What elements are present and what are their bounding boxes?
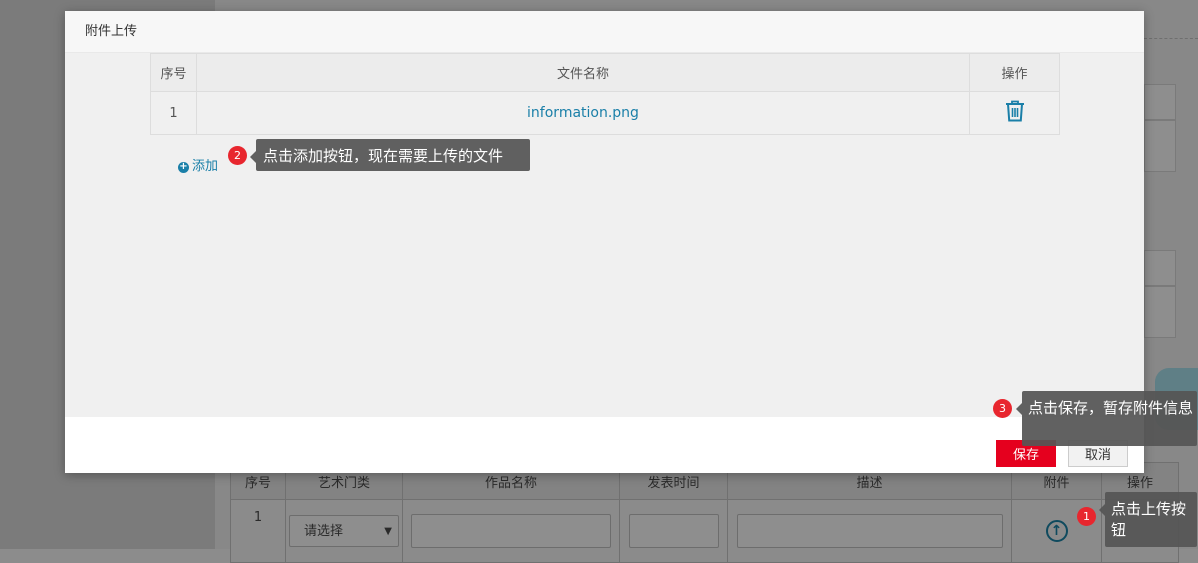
attachment-upload-dialog: 附件上传 序号 文件名称 操作 1 information.png + 添加 保… xyxy=(65,11,1144,473)
column-header: 序号 xyxy=(150,53,197,92)
background-divider xyxy=(1144,38,1198,39)
category-select-value: 请选择 xyxy=(304,524,344,539)
file-name-cell: information.png xyxy=(196,91,970,135)
background-panel xyxy=(1144,84,1176,120)
category-select[interactable]: 请选择 ▼ xyxy=(289,515,399,547)
description-input[interactable] xyxy=(736,514,1003,548)
add-file-label: 添加 xyxy=(192,159,219,174)
table-row: 1 请选择 ▼ ↑ xyxy=(230,499,1179,563)
dialog-body: 序号 文件名称 操作 1 information.png + 添加 xyxy=(65,53,1144,417)
background-panel xyxy=(1144,120,1176,172)
background-panel xyxy=(1144,286,1176,338)
trash-icon[interactable] xyxy=(1005,100,1025,126)
table-row: 1 information.png xyxy=(150,91,1060,135)
dialog-title: 附件上传 xyxy=(65,11,1144,53)
column-header: 操作 xyxy=(969,53,1060,92)
work-name-input[interactable] xyxy=(411,514,611,548)
file-table: 序号 文件名称 操作 1 information.png xyxy=(150,53,1060,135)
upload-icon[interactable]: ↑ xyxy=(1045,520,1068,542)
tip-upload: 点击上传按钮 xyxy=(1099,492,1197,547)
chevron-down-icon: ▼ xyxy=(384,526,392,537)
add-file-button[interactable]: + 添加 xyxy=(178,155,218,174)
publish-date-input[interactable] xyxy=(628,514,719,548)
file-action-cell xyxy=(969,91,1060,135)
step-badge-3: 3 xyxy=(993,399,1012,418)
step-badge-1: 1 xyxy=(1077,507,1096,526)
tip-save: 点击保存，暂存附件信息 xyxy=(1016,391,1197,446)
tip-add-file: 点击添加按钮，现在需要上传的文件 xyxy=(250,139,530,171)
dialog-footer: 保存 取消 xyxy=(65,417,1144,473)
file-table-header: 序号 文件名称 操作 xyxy=(150,53,1060,92)
row-index: 1 xyxy=(230,499,286,563)
category-cell: 请选择 ▼ xyxy=(285,499,403,563)
work-name-cell xyxy=(402,499,620,563)
works-table: 序号 艺术门类 作品名称 发表时间 描述 附件 操作 1 请选择 ▼ ↑ xyxy=(230,462,1179,563)
column-header: 文件名称 xyxy=(196,53,970,92)
plus-circle-icon: + xyxy=(178,161,189,173)
file-index: 1 xyxy=(150,91,197,135)
description-cell xyxy=(727,499,1012,563)
step-badge-2: 2 xyxy=(228,146,247,165)
background-panel xyxy=(1144,250,1176,286)
file-name-link[interactable]: information.png xyxy=(527,105,639,121)
publish-date-cell xyxy=(619,499,728,563)
